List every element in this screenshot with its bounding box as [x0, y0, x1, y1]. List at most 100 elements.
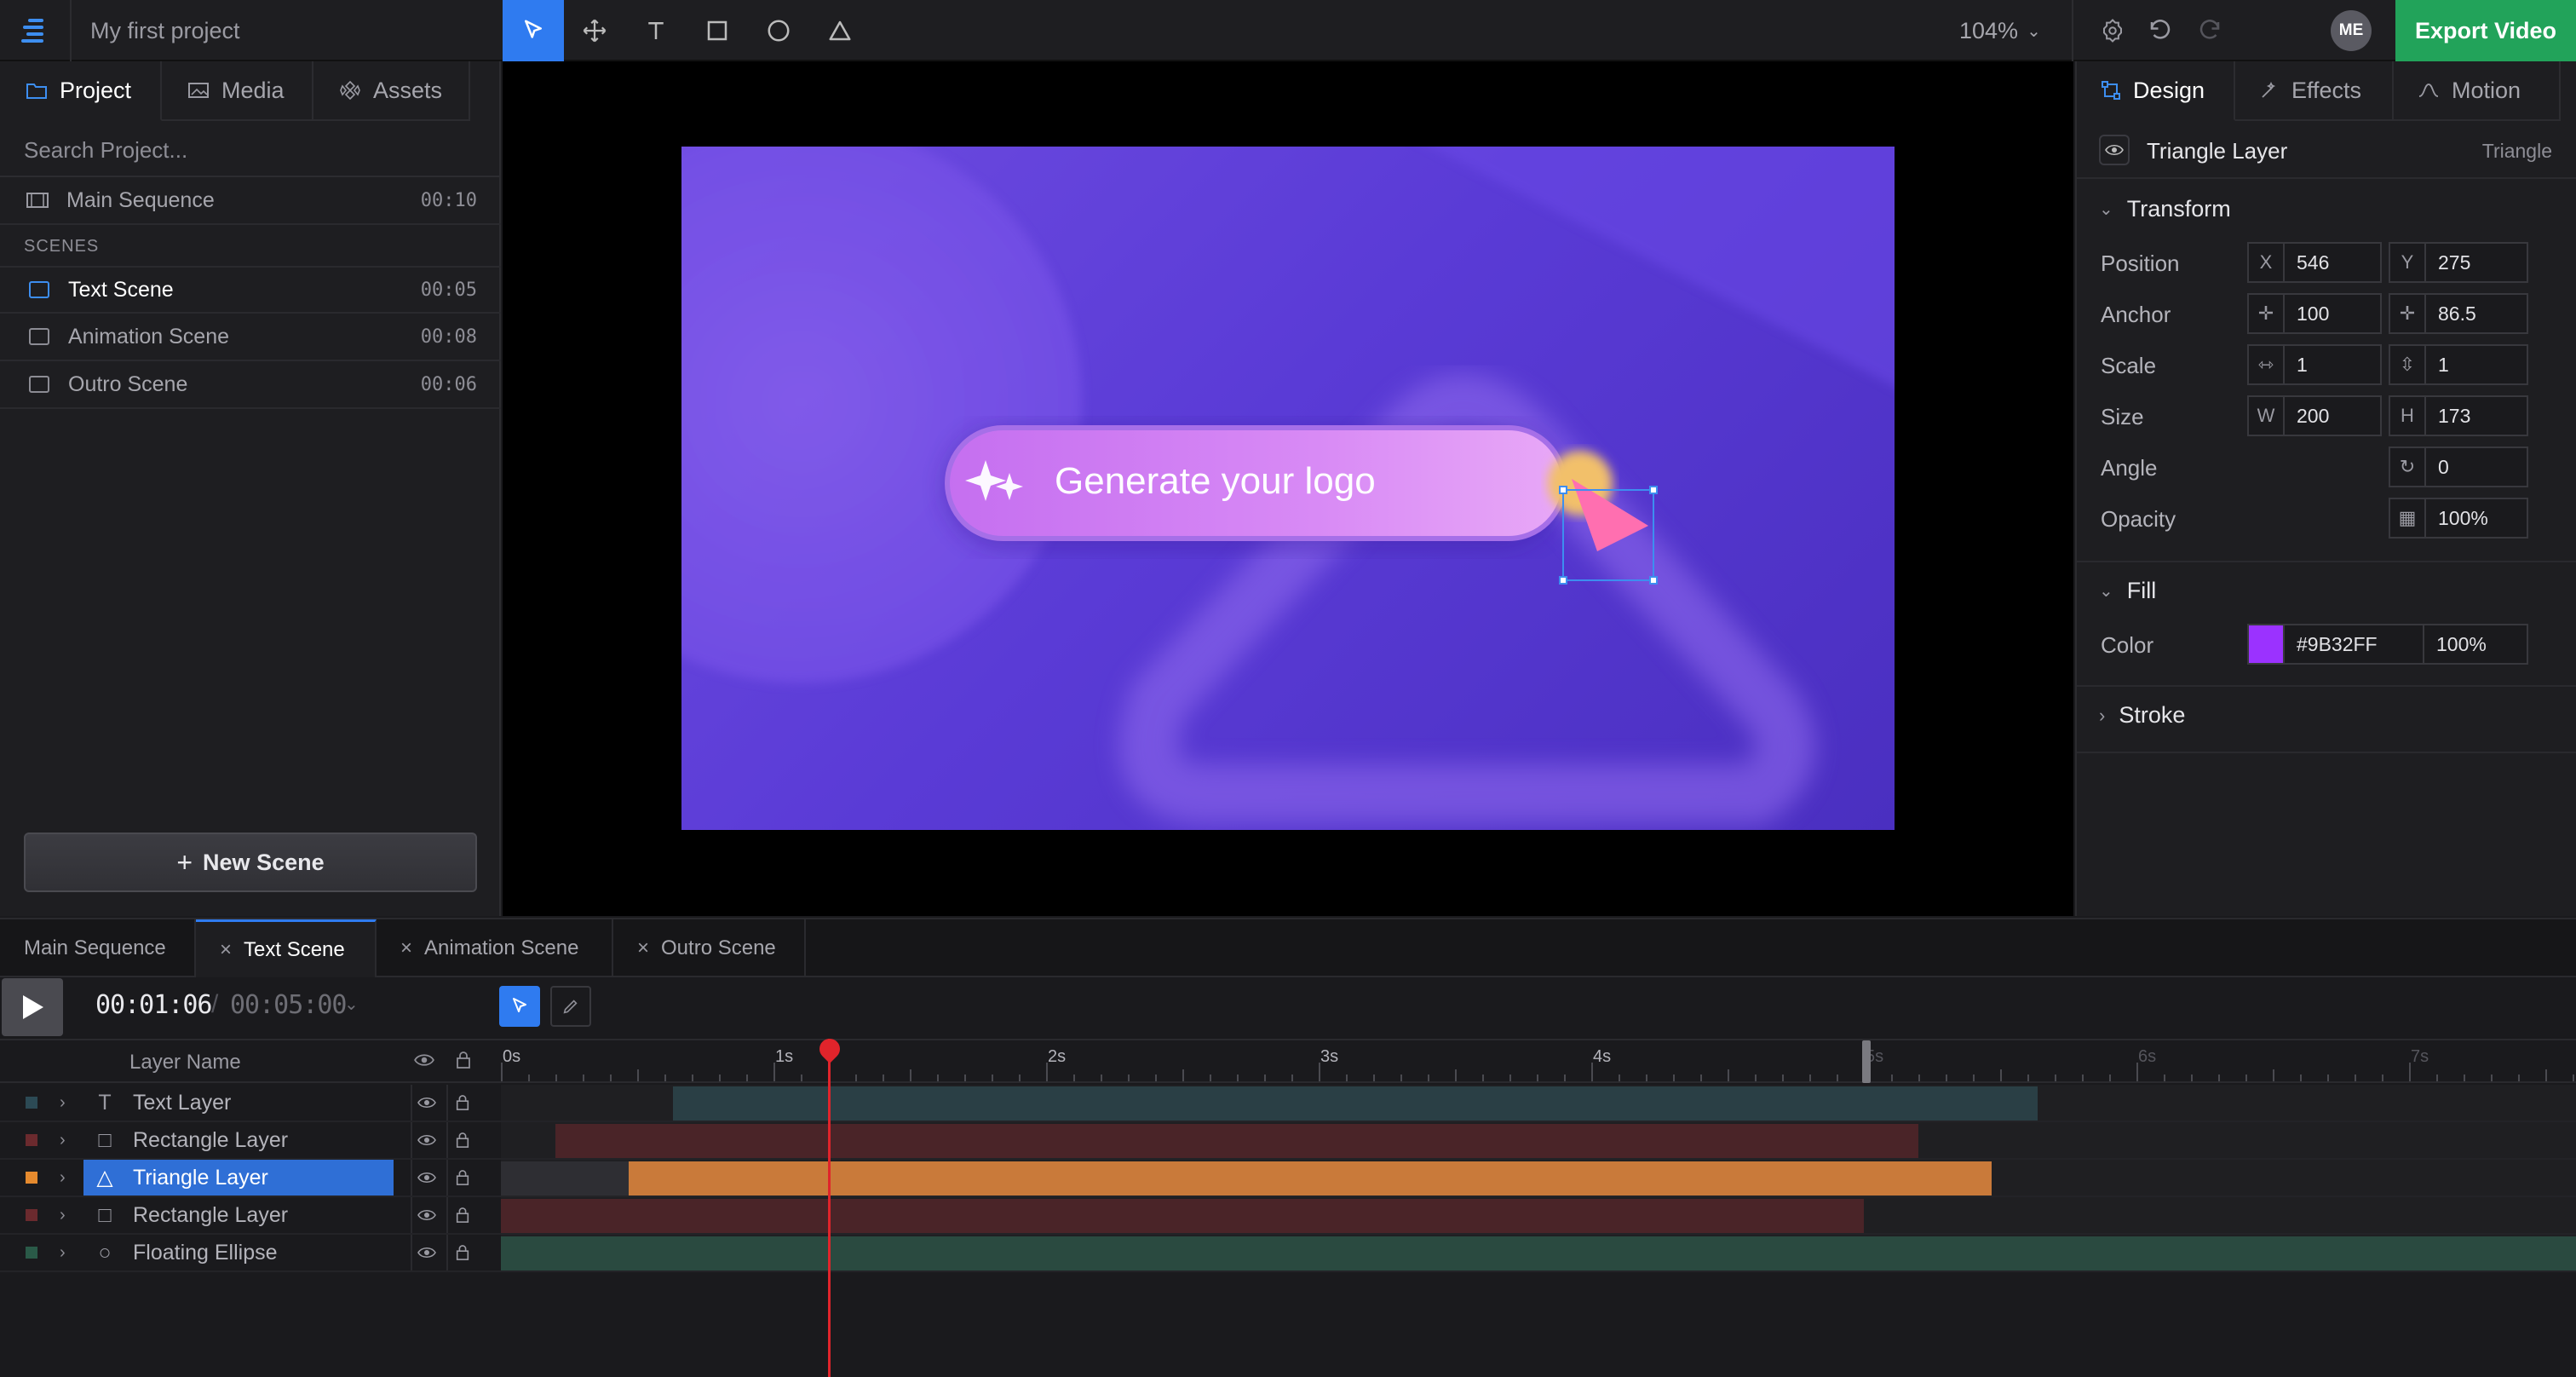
eye-icon [417, 1209, 436, 1221]
zoom-dropdown[interactable]: 104% ⌄ [1959, 0, 2061, 61]
chevron-right-icon[interactable]: › [60, 1093, 77, 1113]
playhead[interactable] [828, 1039, 831, 1377]
tab-motion[interactable]: Motion [2394, 61, 2561, 121]
layer-lock-toggle[interactable] [446, 1160, 477, 1196]
layer-lock-toggle[interactable] [446, 1122, 477, 1158]
close-icon[interactable]: × [637, 936, 649, 960]
pointer-tool-button[interactable] [503, 0, 564, 61]
tab-project[interactable]: Project [0, 61, 162, 121]
layer-row[interactable]: › T Text Layer [0, 1085, 501, 1122]
scale-x-field[interactable]: ⇿ 1 [2247, 344, 2382, 385]
track-clip[interactable] [673, 1086, 2038, 1121]
tab-outro-scene[interactable]: × Outro Scene [613, 919, 806, 977]
track-clip[interactable] [501, 1199, 1864, 1233]
ruler-tick [1619, 1075, 1620, 1081]
scene-end-marker[interactable] [1862, 1040, 1871, 1083]
layer-row[interactable]: › □ Rectangle Layer [0, 1122, 501, 1160]
track-clip[interactable] [555, 1124, 1918, 1158]
tab-assets[interactable]: Assets [313, 61, 470, 121]
position-x-field[interactable]: X 546 [2247, 242, 2382, 283]
tab-media[interactable]: Media [162, 61, 313, 121]
layer-color-swatch [26, 1172, 37, 1184]
chevron-right-icon[interactable]: › [60, 1206, 77, 1225]
angle-field[interactable]: ↻ 0 [2389, 447, 2528, 487]
stroke-section-header[interactable]: › Stroke [2099, 702, 2185, 729]
layer-visibility-toggle[interactable] [411, 1197, 441, 1233]
scale-y-field[interactable]: ⇳ 1 [2389, 344, 2528, 385]
layer-lock-toggle[interactable] [446, 1197, 477, 1233]
w-prefix: W [2249, 397, 2285, 435]
text-tool-button[interactable] [625, 0, 687, 61]
eye-icon [414, 1052, 434, 1072]
visibility-toggle[interactable] [2099, 135, 2130, 165]
ruler-tick [555, 1075, 557, 1081]
transform-section-header[interactable]: ⌄ Transform [2099, 196, 2231, 222]
fill-opacity-field[interactable]: 100% [2423, 624, 2528, 665]
ruler-tick [937, 1075, 939, 1081]
artboard[interactable]: Generate your logo [681, 147, 1895, 830]
tab-text-scene[interactable]: × Text Scene [196, 919, 377, 977]
ruler-tick [992, 1075, 993, 1081]
menu-logo-icon[interactable] [0, 0, 72, 61]
fill-section-header[interactable]: ⌄ Fill [2099, 578, 2156, 604]
scene-item-animation[interactable]: Animation Scene 00:08 [0, 314, 501, 361]
stroke-label: Stroke [2119, 702, 2186, 728]
move-tool-button[interactable] [564, 0, 625, 61]
scene-item-outro[interactable]: Outro Scene 00:06 [0, 361, 501, 409]
project-panel: Project Media Assets Search Project... M… [0, 61, 501, 916]
track-clip[interactable] [629, 1161, 1992, 1196]
chevron-right-icon[interactable]: › [60, 1243, 77, 1263]
opacity-field[interactable]: ▦ 100% [2389, 498, 2528, 539]
time-ruler[interactable]: 0s 1s 2s 3s 4s 5s 6s 7s [501, 1040, 2576, 1083]
layer-visibility-toggle[interactable] [411, 1160, 441, 1196]
chevron-down-icon[interactable]: ⌄ [344, 994, 359, 1015]
main-sequence-item[interactable]: Main Sequence 00:10 [0, 177, 501, 225]
tab-main-sequence[interactable]: Main Sequence [0, 919, 196, 977]
triangle-tool-button[interactable] [809, 0, 871, 61]
play-button[interactable] [2, 978, 63, 1036]
anchor-x-field[interactable]: ✛ 100 [2247, 293, 2382, 334]
redo-button[interactable] [2179, 0, 2240, 61]
generate-logo-text[interactable]: Generate your logo [1055, 460, 1376, 503]
timeline-pen-tool[interactable] [550, 986, 591, 1027]
tab-design[interactable]: Design [2077, 61, 2235, 121]
search-input[interactable]: Search Project... [0, 123, 501, 177]
project-title[interactable]: My first project [90, 0, 240, 61]
ellipse-tool-button[interactable] [748, 0, 809, 61]
size-w-field[interactable]: W 200 [2247, 395, 2382, 436]
total-time[interactable]: 00:05:00 [230, 990, 347, 1020]
ruler-tick [1373, 1075, 1375, 1081]
track-clip[interactable] [501, 1236, 2576, 1270]
new-scene-button[interactable]: + New Scene [24, 833, 477, 892]
ruler-tick [528, 1075, 530, 1081]
layer-lock-toggle[interactable] [446, 1085, 477, 1121]
layer-visibility-toggle[interactable] [411, 1122, 441, 1158]
tab-effects[interactable]: Effects [2235, 61, 2394, 121]
size-h-field[interactable]: H 173 [2389, 395, 2528, 436]
timeline-controls [0, 977, 2576, 1039]
close-icon[interactable]: × [400, 936, 412, 960]
layer-lock-toggle[interactable] [446, 1235, 477, 1270]
layer-visibility-toggle[interactable] [411, 1085, 441, 1121]
position-y-field[interactable]: Y 275 [2389, 242, 2528, 283]
tab-animation-scene[interactable]: × Animation Scene [377, 919, 613, 977]
ruler-tick [719, 1075, 721, 1081]
plus-icon: + [176, 846, 193, 878]
layer-visibility-toggle[interactable] [411, 1235, 441, 1270]
anchor-y-field[interactable]: ✛ 86.5 [2389, 293, 2528, 334]
layer-row[interactable]: › □ Rectangle Layer [0, 1197, 501, 1235]
export-video-button[interactable]: Export Video [2395, 0, 2576, 61]
scene-item-text[interactable]: Text Scene 00:05 [0, 266, 501, 314]
rectangle-tool-button[interactable] [687, 0, 748, 61]
chevron-right-icon[interactable]: › [60, 1131, 77, 1150]
fill-color-field[interactable]: #9B32FF [2247, 624, 2426, 665]
chevron-right-icon[interactable]: › [60, 1168, 77, 1188]
color-swatch[interactable] [2249, 625, 2285, 663]
ruler-tick [1264, 1075, 1266, 1081]
avatar[interactable]: ME [2331, 10, 2372, 51]
layer-row[interactable]: › ○ Floating Ellipse [0, 1235, 501, 1272]
layer-row[interactable]: › △ Triangle Layer [0, 1160, 501, 1197]
timeline-select-tool[interactable] [499, 986, 540, 1027]
checkerboard-icon: ▦ [2390, 499, 2426, 537]
close-icon[interactable]: × [220, 938, 232, 962]
